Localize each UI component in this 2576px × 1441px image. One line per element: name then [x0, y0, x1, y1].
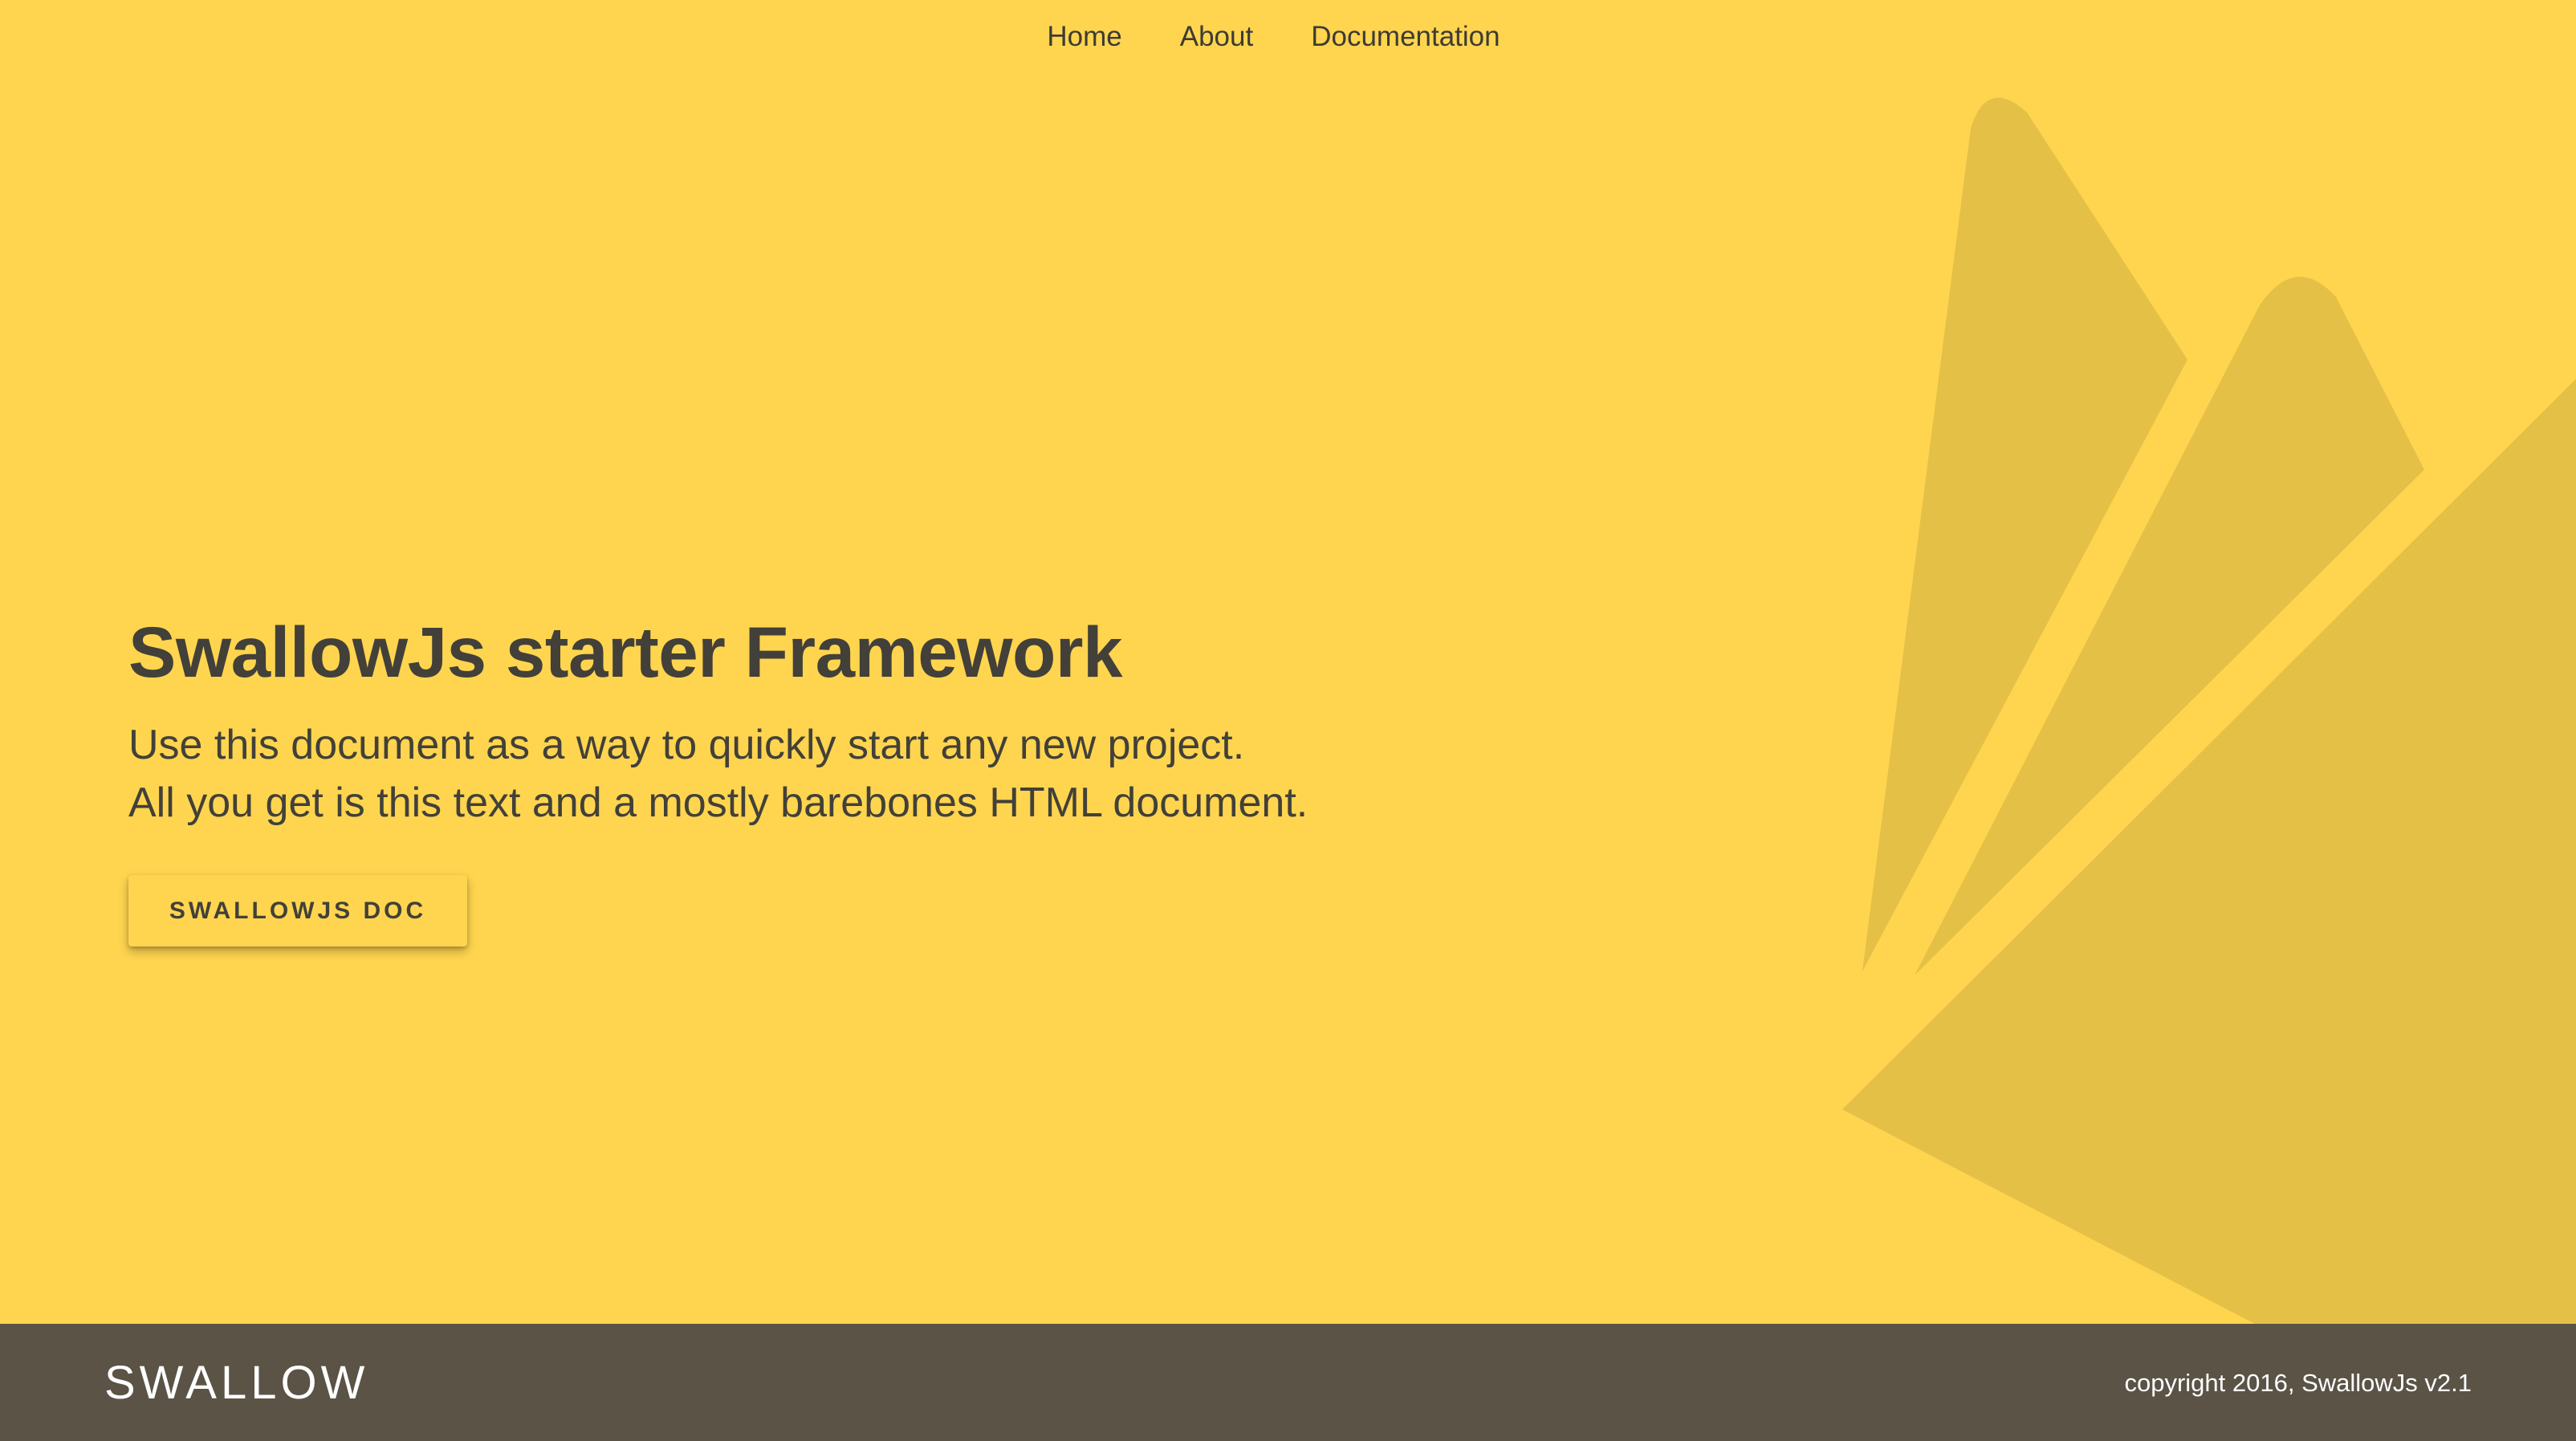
nav-link-about[interactable]: About — [1180, 18, 1253, 56]
hero-lead-line-1: Use this document as a way to quickly st… — [128, 722, 1245, 768]
nav-link-documentation[interactable]: Documentation — [1311, 18, 1500, 56]
footer: SWALLOW copyright 2016, SwallowJs v2.1 — [0, 1324, 2576, 1441]
flame-left-shape — [1862, 97, 2187, 971]
footer-brand-logo[interactable]: SWALLOW — [104, 1359, 368, 1407]
hero-lead-line-2: All you get is this text and a mostly ba… — [128, 780, 1308, 826]
hero-lead: Use this document as a way to quickly st… — [128, 716, 1654, 832]
top-nav: Home About Documentation — [0, 18, 2576, 56]
hero-section: SwallowJs starter Framework Use this doc… — [128, 607, 1654, 946]
hero-title: SwallowJs starter Framework — [128, 612, 1122, 692]
flame-middle-shape — [1915, 276, 2424, 976]
flame-body-shape — [1842, 379, 2576, 1333]
footer-copyright: copyright 2016, SwallowJs v2.1 — [2124, 1369, 2472, 1397]
nav-link-home[interactable]: Home — [1047, 18, 1121, 56]
swallowjs-doc-button[interactable]: SWALLOWJS DOC — [128, 875, 467, 946]
page: Home About Documentation SwallowJs start… — [0, 0, 2576, 1441]
